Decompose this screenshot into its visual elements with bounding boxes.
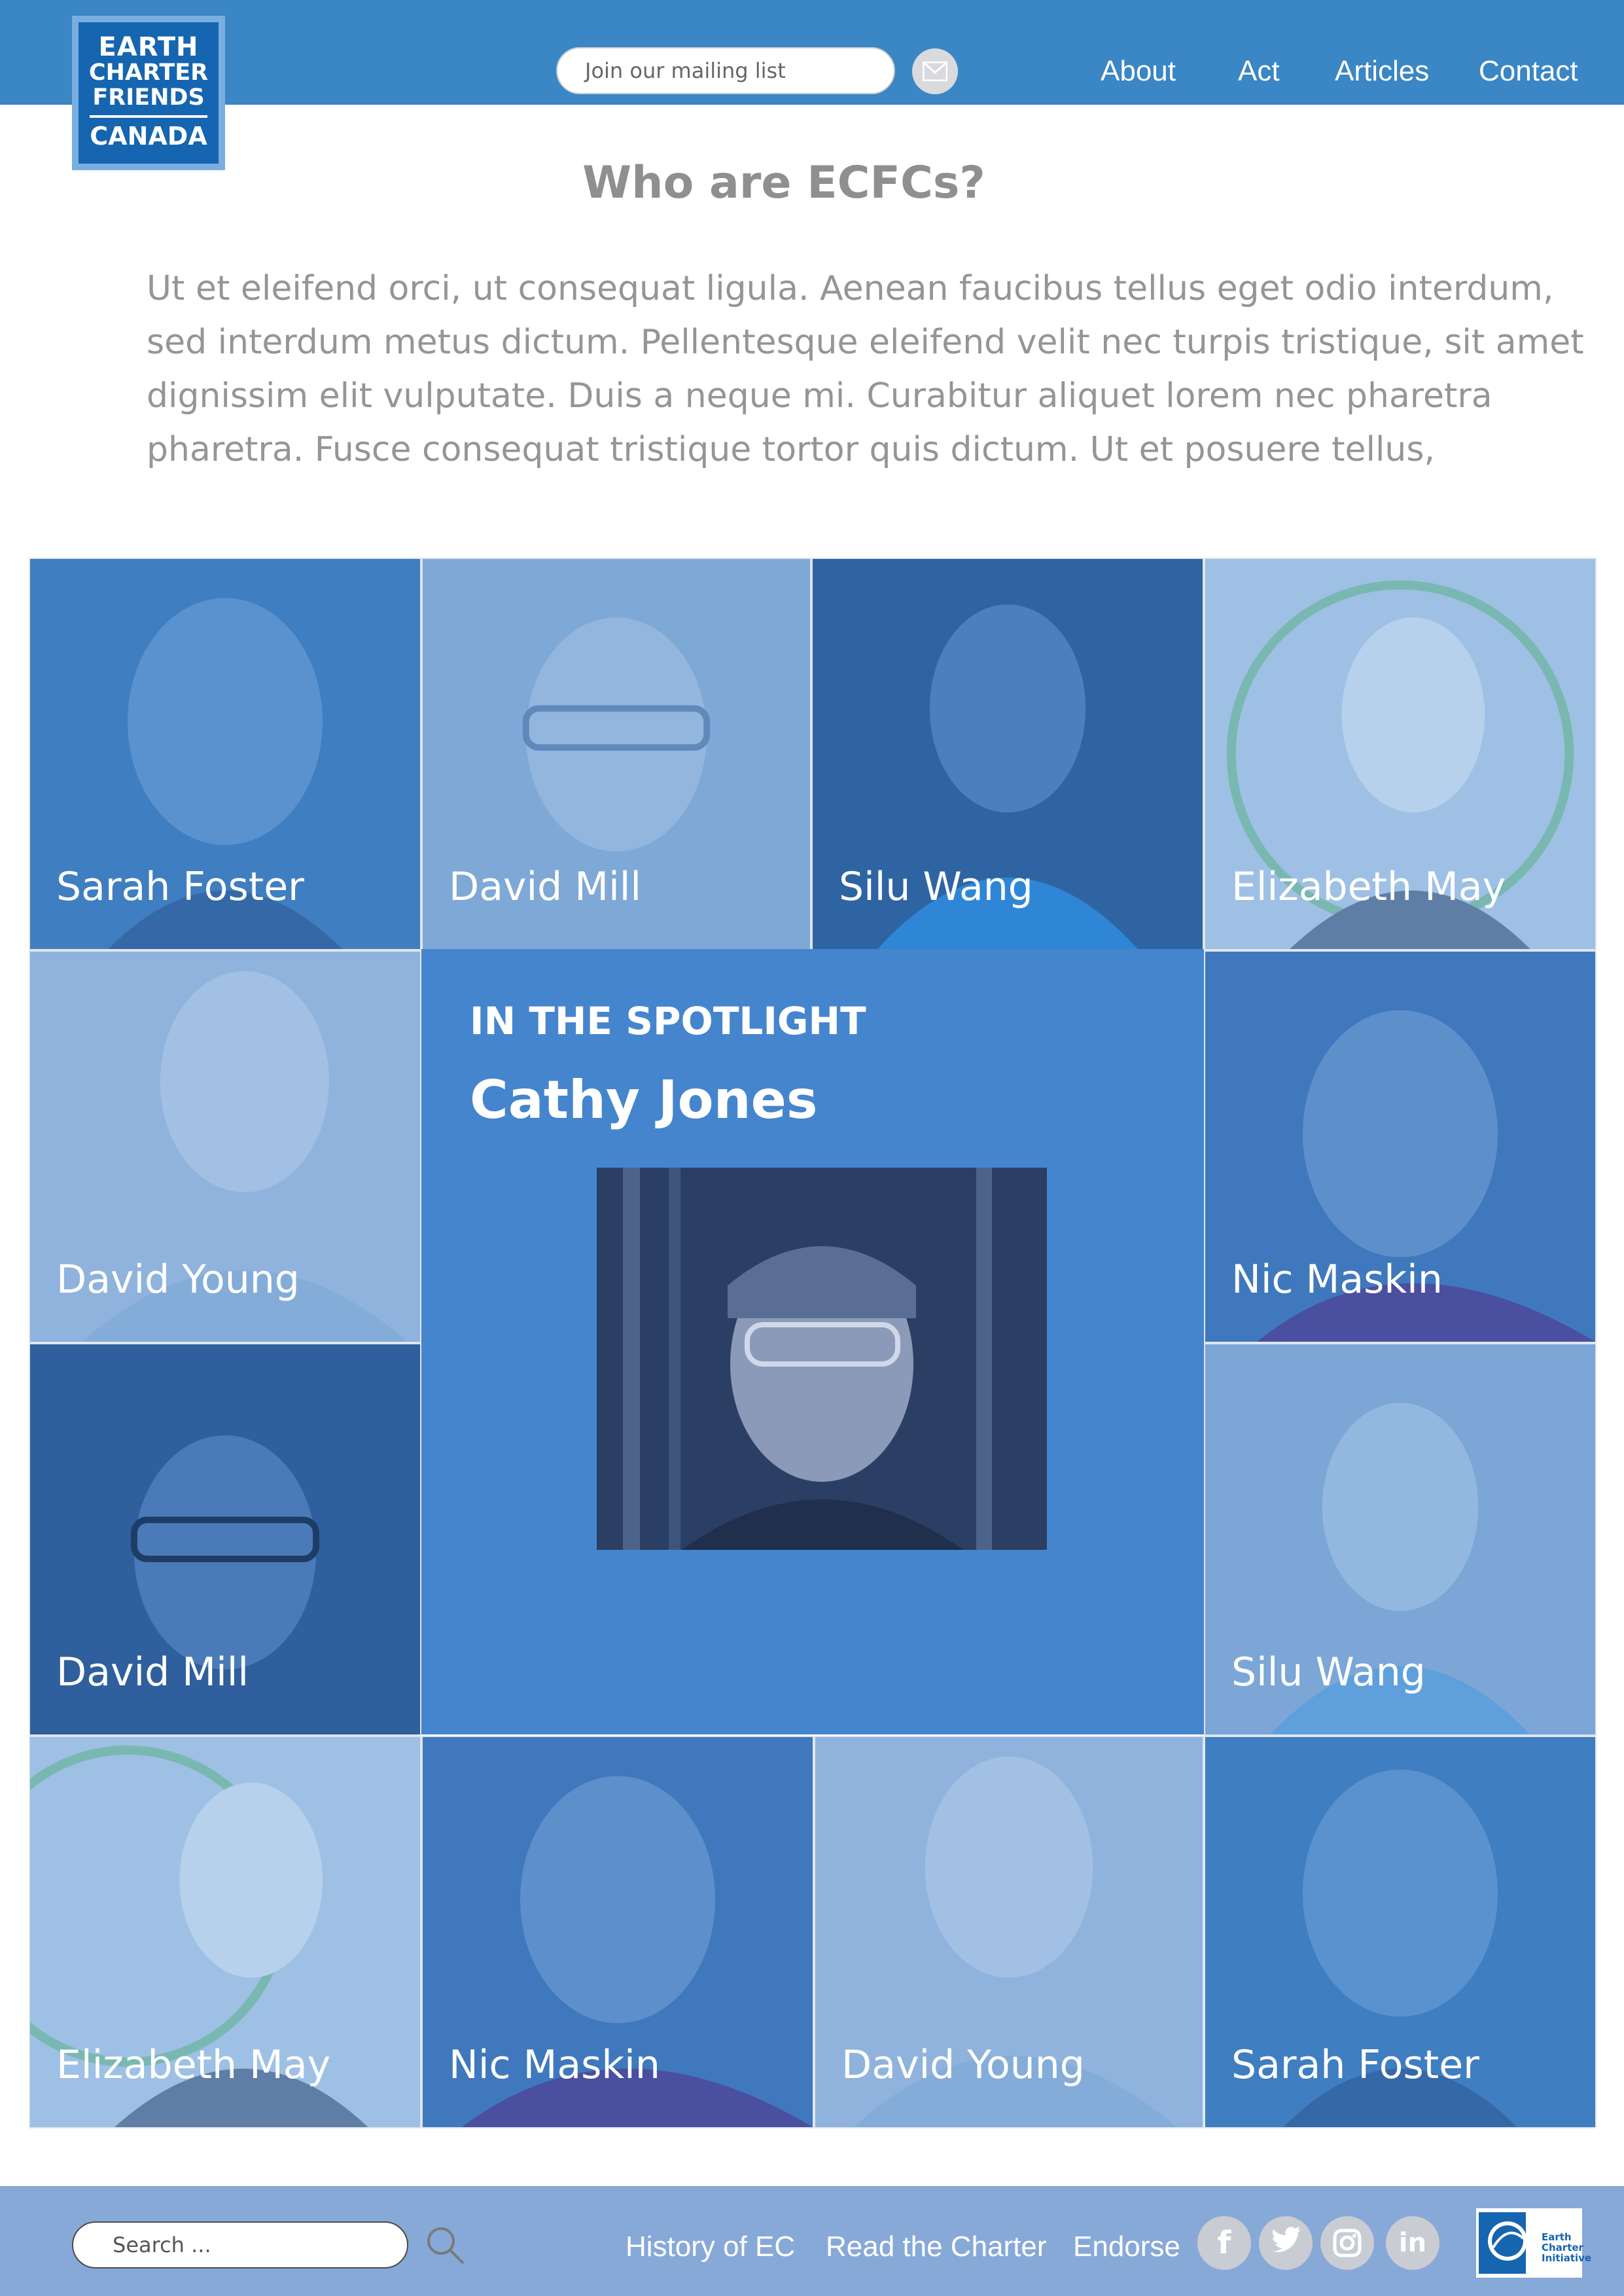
twitter-icon[interactable] — [1259, 2216, 1313, 2270]
member-name: Sarah Foster — [1231, 2042, 1479, 2088]
member-tile[interactable]: Sarah Foster — [1204, 1736, 1597, 2128]
partner-logo-line-1: Earth — [1542, 2231, 1572, 2243]
member-name: Nic Maskin — [1231, 1257, 1443, 1302]
footer-link-read-charter[interactable]: Read the Charter — [826, 2231, 1047, 2263]
logo-line-4: CANADA — [90, 122, 207, 151]
earth-charter-initiative-logo[interactable]: Earth Charter Initiative — [1476, 2208, 1591, 2278]
spotlight-photo — [597, 1168, 1047, 1550]
member-tile[interactable]: Silu Wang — [811, 558, 1204, 950]
member-tile[interactable]: David Young — [814, 1736, 1204, 2128]
footer-link-endorse[interactable]: Endorse — [1073, 2231, 1180, 2263]
member-name: Silu Wang — [839, 864, 1033, 910]
search-input[interactable]: Search ... — [72, 2221, 408, 2269]
member-name: Silu Wang — [1231, 1649, 1426, 1695]
logo-line-3: FRIENDS — [92, 84, 205, 111]
site-footer: Search ... History of EC Read the Charte… — [0, 2186, 1624, 2296]
instagram-icon[interactable] — [1320, 2216, 1374, 2270]
nav-contact[interactable]: Contact — [1479, 55, 1578, 88]
nav-about[interactable]: About — [1101, 55, 1176, 88]
envelope-icon[interactable] — [912, 48, 958, 94]
partner-logo-line-2: Charter — [1542, 2242, 1583, 2253]
member-name: David Mill — [56, 1649, 249, 1695]
member-name: Elizabeth May — [56, 2042, 331, 2088]
member-tile[interactable]: Nic Maskin — [421, 1736, 814, 2128]
member-tile[interactable]: Elizabeth May — [29, 1736, 421, 2128]
member-tile[interactable]: Silu Wang — [1204, 1343, 1597, 1736]
member-tile[interactable]: Sarah Foster — [29, 558, 421, 950]
intro-paragraph: Ut et eleifend orci, ut consequat ligula… — [147, 269, 1584, 469]
member-tile[interactable]: Elizabeth May — [1204, 558, 1597, 950]
logo-line-2: CHARTER — [88, 60, 209, 86]
member-tile[interactable]: David Mill — [421, 558, 811, 950]
member-name: Sarah Foster — [56, 864, 304, 910]
search-icon[interactable] — [425, 2225, 466, 2269]
mailing-list-input[interactable]: Join our mailing list — [556, 47, 895, 94]
member-name: Elizabeth May — [1231, 864, 1506, 910]
member-tile[interactable]: David Young — [29, 950, 421, 1343]
earth-charter-friends-logo[interactable]: EARTH CHARTER FRIENDS CANADA — [72, 16, 225, 170]
member-name: David Young — [841, 2042, 1085, 2088]
spotlight-heading: IN THE SPOTLIGHT — [470, 999, 866, 1043]
page-title: Who are ECFCs? — [582, 157, 985, 209]
linkedin-icon[interactable]: in — [1386, 2216, 1439, 2270]
member-name: Nic Maskin — [449, 2042, 660, 2088]
member-name: David Young — [56, 1257, 300, 1302]
facebook-icon[interactable]: f — [1197, 2216, 1251, 2270]
spotlight-panel[interactable]: IN THE SPOTLIGHT Cathy Jones — [421, 949, 1204, 1734]
nav-act[interactable]: Act — [1238, 55, 1280, 88]
member-tile[interactable]: David Mill — [29, 1343, 421, 1736]
nav-articles[interactable]: Articles — [1335, 55, 1429, 88]
logo-line-1: EARTH — [98, 32, 199, 62]
spotlight-name: Cathy Jones — [470, 1069, 818, 1130]
member-name: David Mill — [449, 864, 642, 910]
member-tile[interactable]: Nic Maskin — [1204, 950, 1597, 1343]
footer-link-history[interactable]: History of EC — [626, 2231, 795, 2263]
logo-divider — [90, 115, 207, 118]
partner-logo-line-3: Initiative — [1542, 2252, 1592, 2264]
